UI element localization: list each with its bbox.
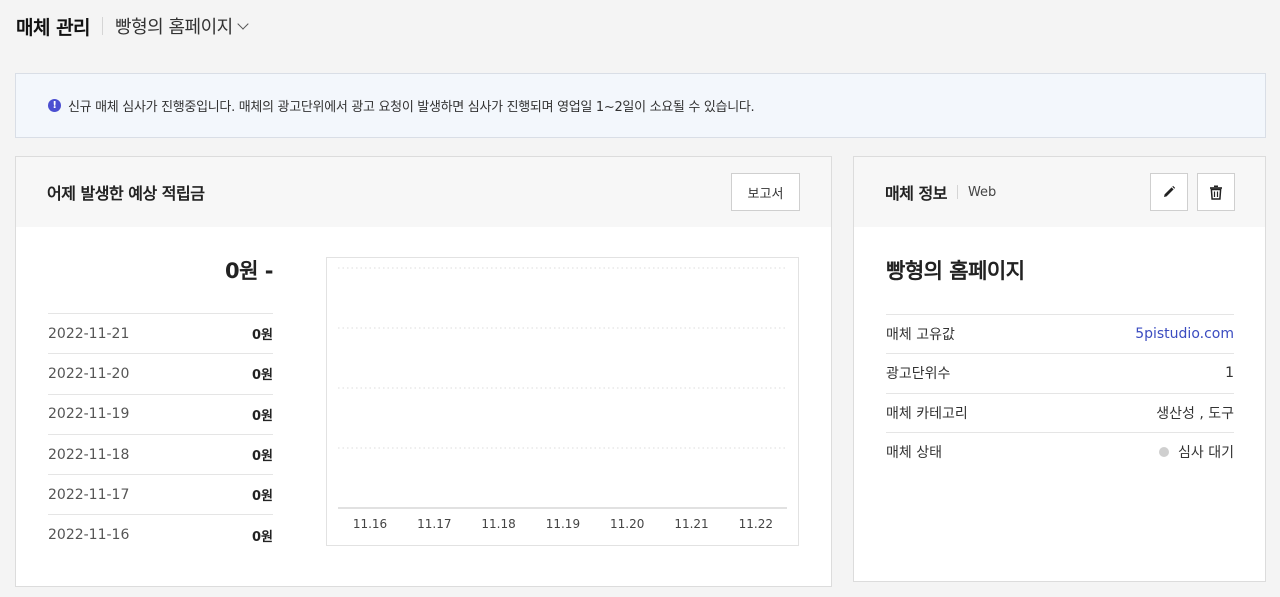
daily-earnings-amount: 0원 [251, 529, 273, 545]
daily-earnings-date: 2022-11-17 [48, 486, 130, 503]
media-selector-dropdown[interactable]: 빵형의 홈페이지 [115, 13, 249, 39]
daily-earnings-row: 2022-11-20 0원 [48, 353, 273, 393]
chart-x-tick-label: 11.19 [546, 517, 580, 531]
earnings-card: 어제 발생한 예상 적립금 보고서 0원 - 2022-11-21 0원 2022-… [15, 156, 832, 587]
daily-earnings-date: 2022-11-16 [48, 527, 130, 544]
daily-earnings-row: 2022-11-21 0원 [48, 313, 273, 353]
media-type-label: Web [967, 184, 997, 200]
page-header: 매체 관리 빵형의 홈페이지 [16, 12, 249, 40]
media-info-title: 매체 정보 [885, 184, 947, 203]
info-row-ad-unit-count: 광고단위수 1 [886, 353, 1234, 392]
delete-button[interactable] [1197, 173, 1235, 211]
daily-earnings-row: 2022-11-16 0원 [48, 514, 273, 554]
chart-x-tick-label: 11.21 [674, 517, 708, 531]
media-info-header: 매체 정보 Web [854, 157, 1265, 227]
media-unique-id-link[interactable]: 5pistudio.com [1135, 326, 1234, 342]
info-row-category: 매체 카테고리 생산성 , 도구 [886, 392, 1234, 432]
info-label: 광고단위수 [886, 366, 951, 383]
status-text: 심사 대기 [1178, 445, 1234, 462]
daily-earnings-row: 2022-11-19 0원 [48, 393, 273, 434]
trash-icon [1210, 185, 1222, 200]
info-label: 매체 상태 [886, 445, 942, 462]
info-value: 생산성 , 도구 [1156, 405, 1234, 422]
notice-text: 신규 매체 심사가 진행중입니다. 매체의 광고단위에서 광고 요청이 발생하면… [68, 100, 755, 115]
daily-earnings-amount: 0원 [251, 449, 273, 465]
earnings-title: 어제 발생한 예상 적립금 [47, 184, 205, 203]
daily-earnings-date: 2022-11-18 [48, 446, 130, 463]
media-selector-label: 빵형의 홈페이지 [115, 17, 233, 38]
chevron-down-icon [237, 17, 249, 30]
earnings-chart-svg: 11.16 11.17 11.18 11.19 11.20 11.21 11.22 [338, 267, 787, 531]
header-divider [102, 17, 104, 35]
media-info-card: 매체 정보 Web 빵형의 홈페이지 매체 고유값 5pistudio.com [853, 156, 1266, 582]
media-info-list: 매체 고유값 5pistudio.com 광고단위수 1 매체 카테고리 생산성… [886, 314, 1234, 471]
edit-button[interactable] [1150, 173, 1188, 211]
chart-x-tick-label: 11.17 [417, 517, 451, 531]
chart-x-tick-label: 11.16 [353, 517, 387, 531]
report-button[interactable]: 보고서 [731, 173, 800, 211]
info-value: 1 [1225, 365, 1234, 382]
info-label: 매체 고유값 [886, 327, 955, 344]
exclamation-circle-icon: ! [48, 99, 61, 112]
media-name: 빵형의 홈페이지 [886, 259, 1025, 283]
daily-earnings-amount: 0원 [251, 368, 273, 384]
info-row-unique-id: 매체 고유값 5pistudio.com [886, 314, 1234, 353]
daily-earnings-amount: 0원 [251, 328, 273, 344]
daily-earnings-date: 2022-11-21 [48, 325, 130, 342]
review-notice-banner: ! 신규 매체 심사가 진행중입니다. 매체의 광고단위에서 광고 요청이 발생… [15, 73, 1266, 138]
chart-x-tick-label: 11.22 [739, 517, 773, 531]
status-value: 심사 대기 [1159, 442, 1234, 462]
info-row-status: 매체 상태 심사 대기 [886, 431, 1234, 471]
daily-earnings-row: 2022-11-18 0원 [48, 433, 273, 474]
daily-earnings-date: 2022-11-19 [48, 406, 130, 423]
chart-x-tick-label: 11.20 [610, 517, 644, 531]
earnings-total: 0원 - [225, 259, 273, 283]
pencil-icon [1164, 185, 1176, 197]
type-divider [956, 185, 958, 199]
daily-earnings-amount: 0원 [251, 489, 273, 505]
info-label: 매체 카테고리 [886, 405, 968, 422]
daily-earnings-amount: 0원 [251, 408, 273, 424]
daily-earnings-list: 2022-11-21 0원 2022-11-20 0원 2022-11-19 0원 2022… [48, 313, 273, 555]
page-title: 매체 관리 [16, 16, 91, 39]
earnings-chart: 11.16 11.17 11.18 11.19 11.20 11.21 11.22 [326, 257, 799, 546]
earnings-card-header: 어제 발생한 예상 적립금 보고서 [16, 157, 831, 227]
daily-earnings-date: 2022-11-20 [48, 365, 130, 382]
daily-earnings-row: 2022-11-17 0원 [48, 474, 273, 514]
status-dot-icon [1159, 447, 1170, 458]
chart-x-tick-label: 11.18 [481, 517, 515, 531]
